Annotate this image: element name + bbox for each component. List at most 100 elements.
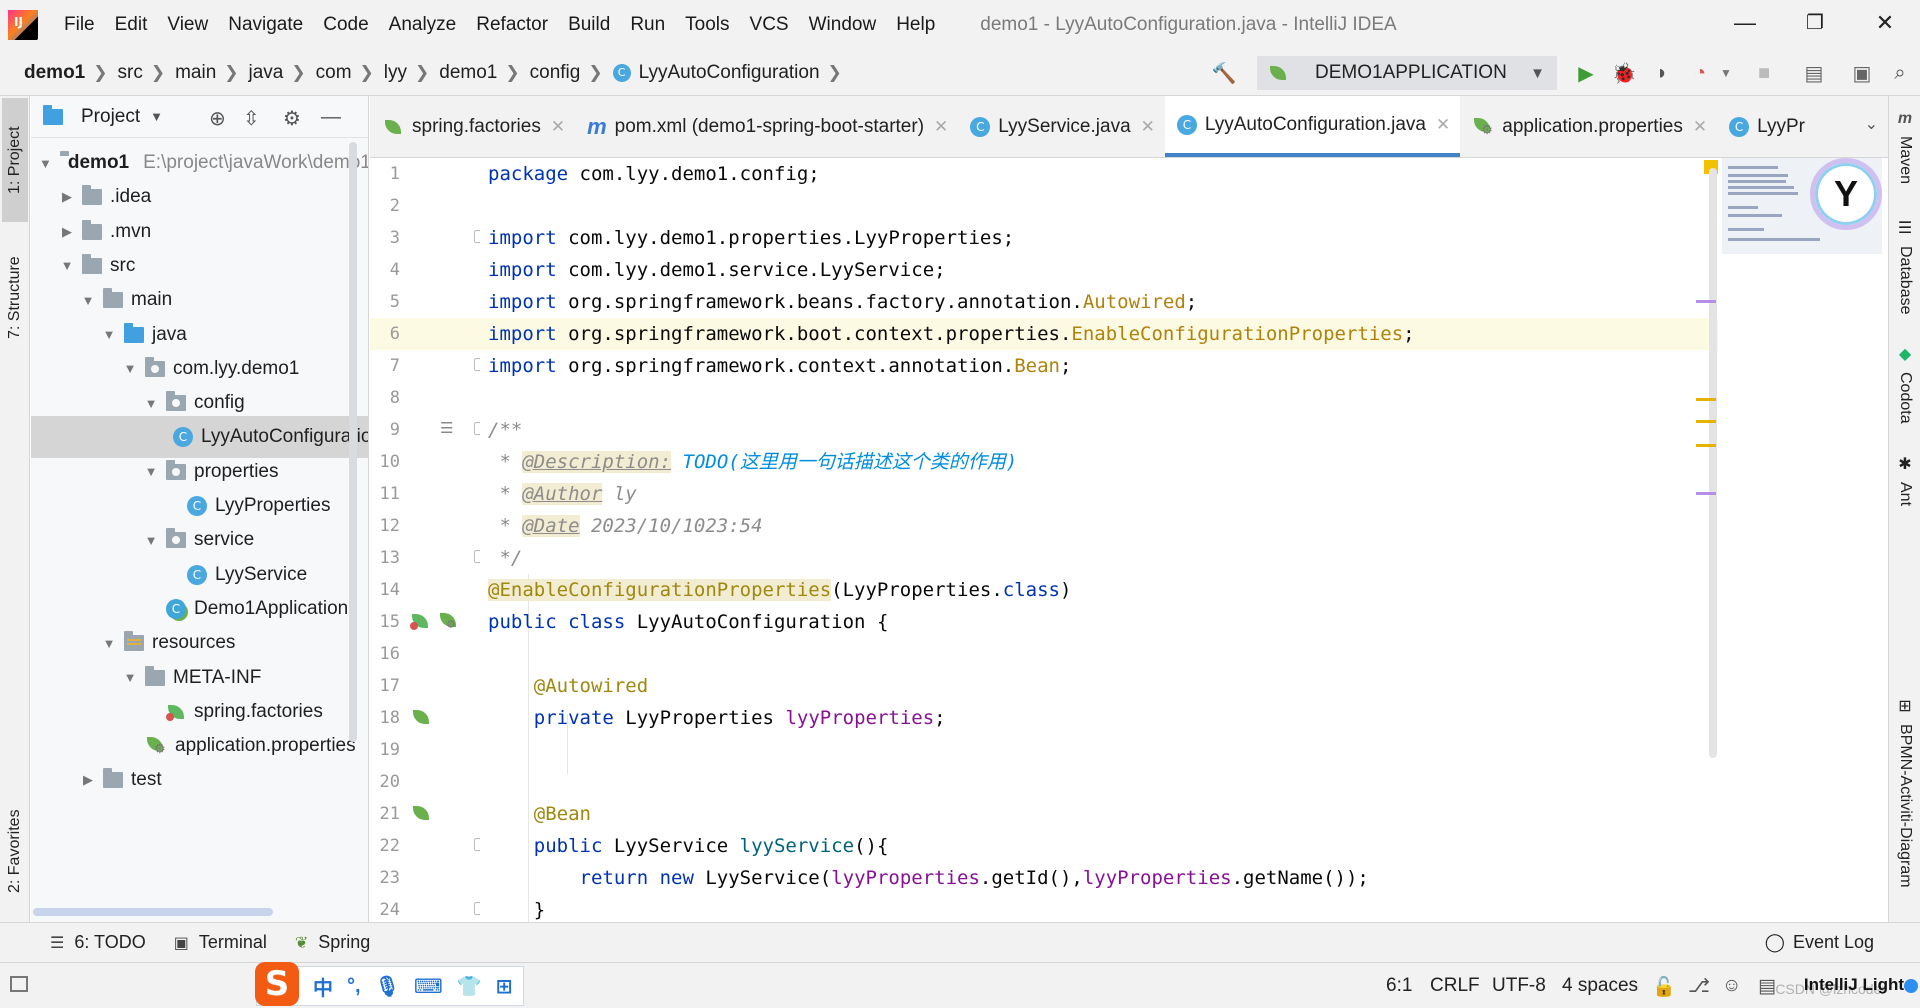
inspector-icon[interactable]: ☺ [1722,975,1741,997]
skin-shirt-icon[interactable]: 👕 [457,974,482,999]
gutter-line[interactable]: 10 [370,446,480,478]
chevron-down-icon[interactable]: ▼ [123,670,137,685]
run-configuration-select[interactable]: DEMO1APPLICATION ▼ [1257,56,1557,90]
gear-icon[interactable]: ⚙ [283,106,301,131]
gutter-line[interactable]: 1 [370,158,480,190]
gutter-line[interactable]: 11 [370,478,480,510]
gutter-line[interactable]: 23 [370,862,480,894]
chevron-down-icon[interactable]: ▼ [39,156,52,171]
tab-codota[interactable]: ◆ Codota [1893,344,1917,424]
chevron-down-icon[interactable]: ▼ [150,109,163,124]
chevron-down-icon[interactable]: ▼ [144,396,158,411]
gutter-line[interactable]: 5 [370,286,480,318]
close-tab-icon[interactable]: ✕ [1693,117,1707,137]
editor-tab[interactable]: C LyyPr [1717,96,1815,157]
debug-bug-icon[interactable]: 🐞 [1611,60,1637,86]
close-tab-icon[interactable]: ✕ [1141,117,1155,137]
memory-indicator-icon[interactable]: ▤ [1758,975,1776,998]
chevron-down-icon[interactable]: ⌄ [1865,114,1878,134]
horizontal-scrollbar[interactable] [33,908,273,916]
restore-button[interactable]: ❐ [1800,10,1830,35]
menu-analyze[interactable]: Analyze [379,14,467,36]
gutter-line[interactable]: 4 [370,254,480,286]
build-hammer-icon[interactable]: 🔨 [1211,60,1237,86]
spring-bean-icon[interactable] [410,611,430,631]
gutter-line[interactable]: 17 [370,670,480,702]
notification-dot-icon[interactable] [1904,979,1918,993]
menu-navigate[interactable]: Navigate [218,14,313,36]
menu-refactor[interactable]: Refactor [466,14,558,36]
close-tab-icon[interactable]: ✕ [934,117,948,137]
breadcrumb-item[interactable]: java ❯ [249,62,316,84]
editor-tab[interactable]: C LyyAutoConfiguration.java ✕ [1164,96,1461,157]
chevron-down-icon[interactable]: ▼ [102,327,116,342]
menu-help[interactable]: Help [886,14,945,36]
gutter-line[interactable]: 12 [370,510,480,542]
gutter-line[interactable]: 18 [370,702,480,734]
error-stripe-marker[interactable] [1696,492,1716,495]
theme-indicator[interactable]: IntelliJ Light [1804,975,1904,995]
close-window-button[interactable]: ✕ [1870,10,1900,36]
editor-scrollbar[interactable] [1709,168,1717,758]
gutter-line[interactable]: 19 [370,734,480,766]
menu-code[interactable]: Code [313,14,378,36]
run-icon[interactable]: ▶ [1573,60,1599,86]
gutter-line[interactable]: 13 [370,542,485,574]
editor-tab[interactable]: application.properties ✕ [1460,96,1717,157]
minimap[interactable]: Y [1722,158,1882,254]
gutter-line[interactable]: 20 [370,766,480,798]
collapse-all-icon[interactable]: ⇳ [243,106,260,131]
render-doc-icon[interactable]: ☰ [440,419,460,439]
toolbox-grid-icon[interactable]: ⊞ [496,974,513,999]
chevron-down-icon[interactable]: ▼ [102,636,116,651]
tab-project[interactable]: 1: Project [2,98,28,222]
gutter-line[interactable]: 6 [370,318,480,350]
chevron-right-icon[interactable]: ▶ [60,224,74,240]
chevron-down-icon[interactable]: ▼ [60,258,74,273]
menu-view[interactable]: View [157,14,218,36]
hide-panel-icon[interactable]: — [321,106,341,129]
punctuation-icon[interactable]: °, [347,975,361,998]
keyboard-icon[interactable]: ⌨ [414,974,443,999]
coverage-shield-icon[interactable]: ◗ [1649,60,1675,86]
error-stripe-marker[interactable] [1696,420,1716,423]
chevron-right-icon[interactable]: ▶ [81,772,95,788]
breadcrumb-item[interactable]: src ❯ [118,62,176,84]
chevron-down-icon[interactable]: ▼ [144,464,158,479]
breadcrumb-item[interactable]: lyy ❯ [384,62,439,84]
error-stripe-marker[interactable] [1696,444,1716,447]
spring-bean-icon[interactable] [410,707,430,727]
locate-target-icon[interactable]: ⊕ [209,106,226,131]
tree-item[interactable]: ▶ test [31,759,368,801]
breadcrumb-item[interactable]: main ❯ [175,62,248,84]
toggle-tool-windows-icon[interactable] [10,976,28,992]
error-stripe-marker[interactable] [1696,300,1716,303]
gutter-line[interactable]: 22 [370,830,485,862]
gutter-line[interactable]: 7 [370,350,485,382]
presentation-icon[interactable]: ▣ [1849,60,1875,86]
gutter-line[interactable]: 15 [370,606,480,638]
menu-run[interactable]: Run [620,14,675,36]
tab-terminal[interactable]: ▣ Terminal [174,932,267,953]
ime-language-toggle[interactable]: 中 [313,972,333,1001]
chevron-down-icon[interactable]: ▼ [123,361,137,376]
tab-todo[interactable]: ☰ 6: TODO [50,932,146,953]
project-view-select[interactable]: Project [81,106,140,128]
tab-favorites[interactable]: 2: Favorites [2,786,28,916]
indent-setting[interactable]: 4 spaces [1562,975,1638,997]
git-branch-icon[interactable]: ⎇ [1688,975,1710,998]
vertical-scrollbar[interactable] [349,142,357,742]
breadcrumb-item[interactable]: com ❯ [316,62,384,84]
menu-vcs[interactable]: VCS [740,14,799,36]
ime-toolbar[interactable]: S 中 °, 🎙 ⌨ 👕 ⊞ [255,962,524,1006]
code-editor[interactable]: package com.lyy.demo1.config; import com… [480,158,1718,922]
gutter-line[interactable]: 16 [370,638,480,670]
menu-tools[interactable]: Tools [675,14,739,36]
breadcrumb-item[interactable]: C LyyAutoConfiguration ❯ [612,62,852,84]
chevron-right-icon[interactable]: ▶ [60,189,74,205]
project-structure-icon[interactable]: ▤ [1801,60,1827,86]
tab-database[interactable]: ☰ Database [1893,218,1917,315]
tab-bpmn[interactable]: ⊞ BPMN-Activiti-Diagram [1893,696,1917,888]
gutter-line[interactable]: 3 [370,222,485,254]
spring-config-icon[interactable] [438,611,458,632]
